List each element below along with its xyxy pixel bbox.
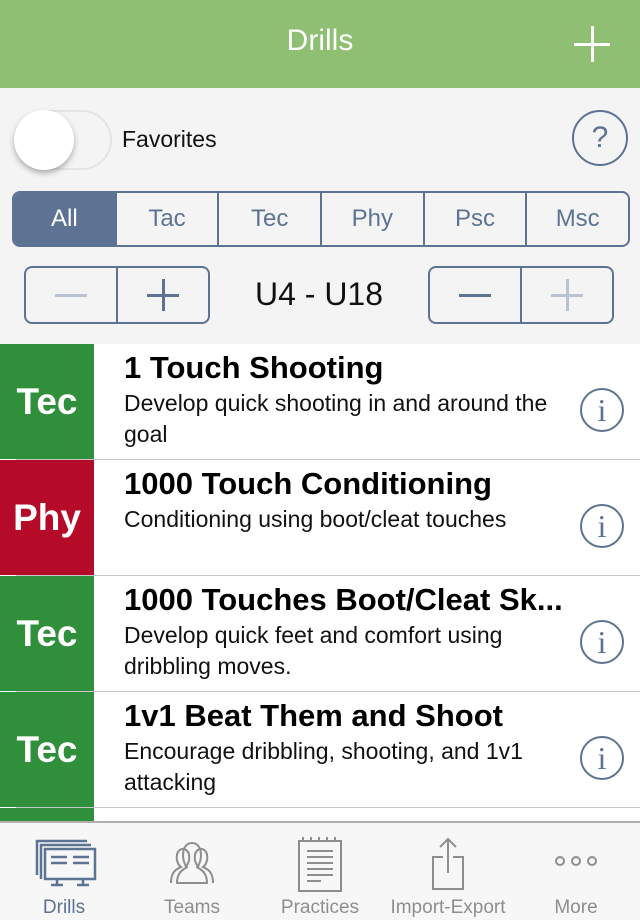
navigation-bar: Drills [0,0,640,88]
category-filter: All Tac Tec Phy Psc Msc [12,191,630,247]
info-icon: i [597,508,607,544]
drill-title: 1 Touch Shooting [124,350,384,385]
info-icon: i [597,624,607,660]
toggle-knob [14,110,74,170]
minus-icon [459,294,491,297]
drill-row[interactable]: Tec 1v1 Beat Them and Shoot Encourage dr… [0,692,640,808]
tab-label: More [554,897,598,918]
filter-msc[interactable]: Msc [525,193,628,245]
filter-phy[interactable]: Phy [320,193,423,245]
drill-description: Develop quick shooting in and around the… [124,390,548,447]
tab-teams[interactable]: Teams [128,823,256,920]
drill-row[interactable]: Tec 1000 Touches Boot/Cleat Sk... Develo… [0,576,640,692]
info-button[interactable]: i [580,504,624,548]
category-badge [0,808,94,822]
filter-all[interactable]: All [14,193,115,245]
tab-label: Import-Export [390,897,506,918]
drill-cards-icon [35,839,97,887]
drill-list[interactable]: Tec 1 Touch Shooting Develop quick shoot… [0,344,640,822]
filter-psc[interactable]: Psc [422,193,526,245]
min-age-increment-button[interactable] [116,268,208,322]
filter-tac[interactable]: Tac [114,193,218,245]
max-age-stepper [428,266,614,324]
favorites-row: Favorites [0,88,640,188]
favorites-label: Favorites [122,126,217,152]
tab-label: Teams [164,897,220,918]
max-age-increment-button[interactable] [520,268,612,322]
category-badge: Tec [0,576,94,691]
info-icon: i [597,392,607,428]
info-button[interactable]: i [580,388,624,432]
tab-drills[interactable]: Drills [0,823,128,920]
share-icon [432,837,464,890]
notepad-icon [298,837,342,892]
filter-tec[interactable]: Tec [217,193,320,245]
min-age-decrement-button[interactable] [26,268,116,322]
drill-description: Encourage dribbling, shooting, and 1v1 a… [124,738,523,795]
min-age-stepper [24,266,210,324]
tab-practices[interactable]: Practices [256,823,384,920]
category-badge: Tec [0,692,94,807]
tab-more[interactable]: More [512,823,640,920]
page-title: Drills [286,24,354,57]
drill-title: 1v1 Beat Them and Shoot [124,698,503,733]
help-button[interactable]: ? [572,110,628,166]
people-icon [170,841,214,884]
tab-bar: Drills Teams Practices Import-Export Mor… [0,821,640,920]
drill-title: 1000 Touches Boot/Cleat Sk... [124,582,563,617]
minus-icon [55,294,87,297]
age-range-label: U4 - U18 [254,276,384,312]
drill-row[interactable]: Phy 1000 Touch Conditioning Conditioning… [0,460,640,576]
category-badge: Phy [0,460,94,575]
drill-title: 1000 Touch Conditioning [124,466,492,501]
drill-description: Conditioning using boot/cleat touches [124,506,507,532]
info-button[interactable]: i [580,736,624,780]
info-button[interactable]: i [580,620,624,664]
add-drill-button[interactable] [574,26,610,62]
tab-label: Practices [280,897,360,918]
favorites-toggle[interactable] [14,110,112,170]
more-dots-icon [555,856,597,866]
drill-row[interactable] [0,808,640,822]
drill-row[interactable]: Tec 1 Touch Shooting Develop quick shoot… [0,344,640,460]
question-icon: ? [591,121,609,154]
info-icon: i [597,740,607,776]
tab-label: Drills [42,897,86,918]
max-age-decrement-button[interactable] [430,268,520,322]
drill-description: Develop quick feet and comfort using dri… [124,622,503,679]
category-badge: Tec [0,344,94,459]
tab-import-export[interactable]: Import-Export [384,823,512,920]
